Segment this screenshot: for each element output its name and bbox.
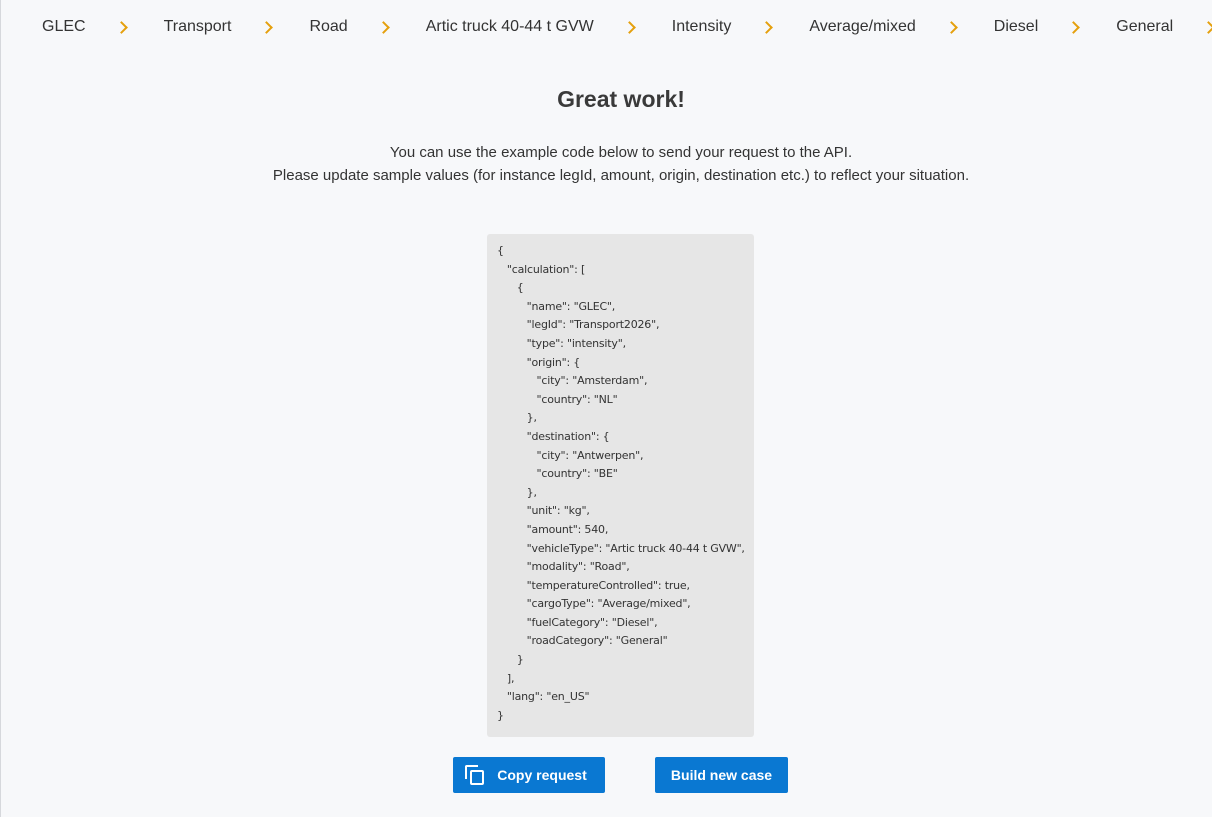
chevron-right-icon [376, 20, 390, 34]
intro-text: You can use the example code below to se… [1, 141, 1212, 187]
chevron-right-icon [114, 20, 128, 34]
chevron-right-icon [944, 20, 958, 34]
breadcrumb-item-transport[interactable]: Transport [164, 18, 310, 36]
copy-request-label: Copy request [497, 767, 587, 783]
chevron-right-icon [760, 20, 774, 34]
page-title: Great work! [557, 86, 685, 112]
breadcrumb-label[interactable]: Average/mixed [809, 18, 915, 36]
chevron-right-icon [622, 20, 636, 34]
copy-icon [465, 765, 485, 785]
chevron-right-icon [1202, 20, 1212, 34]
build-new-case-label: Build new case [670, 767, 773, 783]
copy-request-button[interactable]: Copy request [453, 757, 605, 793]
breadcrumb-item-road-category[interactable]: General [1116, 18, 1212, 36]
breadcrumb-label[interactable]: General [1116, 18, 1173, 36]
code-sample: { "calculation": [ { "name": "GLEC", "le… [487, 234, 754, 737]
breadcrumb-item-road[interactable]: Road [309, 18, 425, 36]
breadcrumb-label[interactable]: GLEC [42, 18, 86, 36]
breadcrumb-label[interactable]: Intensity [672, 18, 732, 36]
breadcrumb: GLEC Transport Road Artic truck 40-44 t … [1, 0, 1212, 54]
breadcrumb-item-vehicle[interactable]: Artic truck 40-44 t GVW [426, 18, 672, 36]
breadcrumb-item-glec[interactable]: GLEC [42, 18, 164, 36]
breadcrumb-item-cargo[interactable]: Average/mixed [809, 18, 993, 36]
breadcrumb-label[interactable]: Diesel [994, 18, 1038, 36]
breadcrumb-label[interactable]: Artic truck 40-44 t GVW [426, 18, 594, 36]
build-new-case-button[interactable]: Build new case [655, 757, 788, 793]
intro-line-1: You can use the example code below to se… [389, 144, 853, 161]
chevron-right-icon [1067, 20, 1081, 34]
code-text: { "calculation": [ { "name": "GLEC", "le… [497, 244, 745, 722]
chevron-right-icon [260, 20, 274, 34]
breadcrumb-item-intensity[interactable]: Intensity [672, 18, 810, 36]
intro-line-2: Please update sample values (for instanc… [272, 167, 970, 184]
breadcrumb-item-fuel[interactable]: Diesel [994, 18, 1116, 36]
page: GLEC Transport Road Artic truck 40-44 t … [0, 0, 1212, 817]
breadcrumb-label[interactable]: Road [309, 18, 347, 36]
breadcrumb-label[interactable]: Transport [164, 18, 232, 36]
